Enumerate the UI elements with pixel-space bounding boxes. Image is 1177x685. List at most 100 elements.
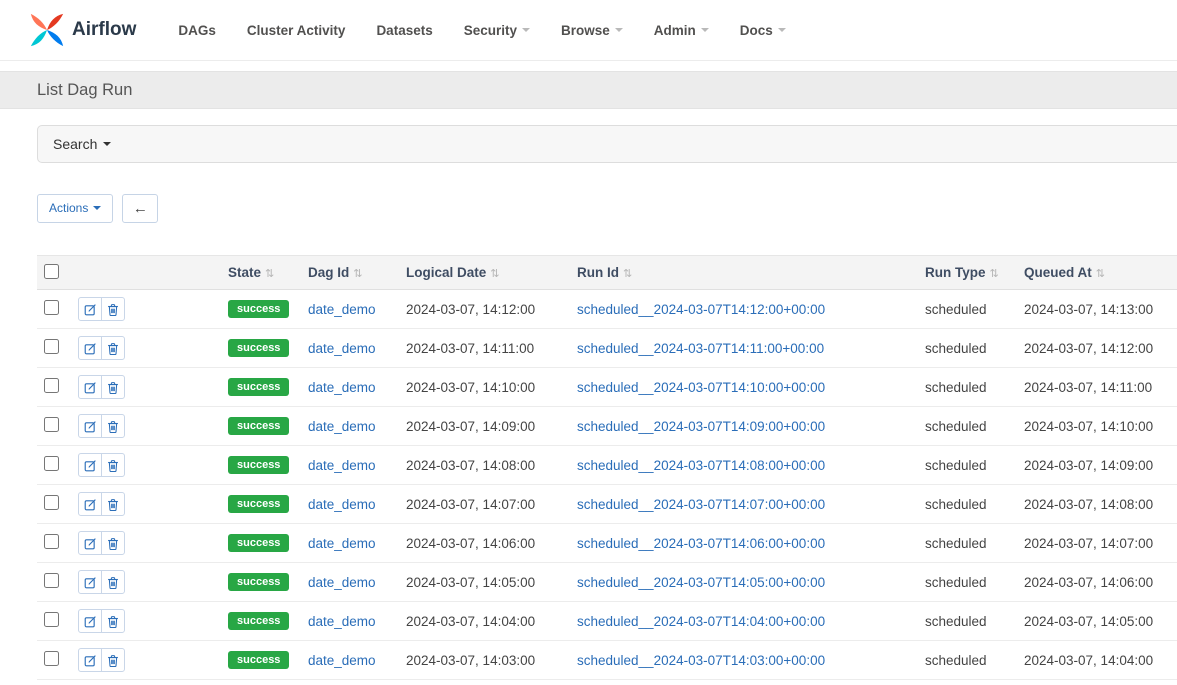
- sort-icon: ⇅: [490, 268, 499, 280]
- trash-icon: [107, 537, 119, 550]
- edit-row-button[interactable]: [78, 414, 102, 438]
- column-header-dag-id[interactable]: Dag Id⇅: [308, 256, 406, 290]
- delete-row-button[interactable]: [101, 336, 125, 360]
- run-id-link[interactable]: scheduled__2024-03-07T14:08:00+00:00: [577, 458, 825, 473]
- trash-icon: [107, 615, 119, 628]
- page-header: List Dag Run: [0, 71, 1177, 109]
- row-checkbox[interactable]: [44, 378, 59, 393]
- search-label: Search: [53, 136, 97, 152]
- row-checkbox[interactable]: [44, 573, 59, 588]
- edit-row-button[interactable]: [78, 648, 102, 672]
- run-id-link[interactable]: scheduled__2024-03-07T14:07:00+00:00: [577, 497, 825, 512]
- column-header-run-type[interactable]: Run Type⇅: [925, 256, 1024, 290]
- edit-row-button[interactable]: [78, 570, 102, 594]
- row-checkbox[interactable]: [44, 495, 59, 510]
- state-badge: success: [228, 417, 289, 435]
- edit-row-button[interactable]: [78, 453, 102, 477]
- dag-id-link[interactable]: date_demo: [308, 497, 376, 512]
- table-row: success date_demo 2024-03-07, 14:03:00 s…: [37, 641, 1177, 680]
- run-id-link[interactable]: scheduled__2024-03-07T14:10:00+00:00: [577, 380, 825, 395]
- delete-row-button[interactable]: [101, 375, 125, 399]
- run-id-link[interactable]: scheduled__2024-03-07T14:03:00+00:00: [577, 653, 825, 668]
- table-row: success date_demo 2024-03-07, 14:11:00 s…: [37, 329, 1177, 368]
- column-header-logical-date[interactable]: Logical Date⇅: [406, 256, 577, 290]
- edit-icon: [84, 303, 97, 316]
- nav-item-security[interactable]: Security: [464, 23, 530, 38]
- trash-icon: [107, 420, 119, 433]
- edit-row-button[interactable]: [78, 492, 102, 516]
- run-type-cell: scheduled: [925, 368, 1024, 407]
- state-badge: success: [228, 612, 289, 630]
- edit-icon: [84, 576, 97, 589]
- run-id-link[interactable]: scheduled__2024-03-07T14:04:00+00:00: [577, 614, 825, 629]
- edit-icon: [84, 498, 97, 511]
- run-type-cell: scheduled: [925, 563, 1024, 602]
- state-badge: success: [228, 534, 289, 552]
- dag-id-link[interactable]: date_demo: [308, 653, 376, 668]
- dag-run-table: State⇅ Dag Id⇅ Logical Date⇅ Run Id⇅ Run…: [37, 255, 1177, 680]
- delete-row-button[interactable]: [101, 609, 125, 633]
- nav-item-datasets[interactable]: Datasets: [376, 23, 432, 38]
- edit-row-button[interactable]: [78, 297, 102, 321]
- delete-row-button[interactable]: [101, 492, 125, 516]
- select-all-checkbox[interactable]: [44, 264, 59, 279]
- row-checkbox[interactable]: [44, 456, 59, 471]
- nav-item-dags[interactable]: DAGs: [178, 23, 216, 38]
- column-header-state[interactable]: State⇅: [228, 256, 308, 290]
- delete-row-button[interactable]: [101, 297, 125, 321]
- brand-label: Airflow: [72, 19, 136, 41]
- row-checkbox[interactable]: [44, 612, 59, 627]
- dag-id-link[interactable]: date_demo: [308, 575, 376, 590]
- edit-row-button[interactable]: [78, 375, 102, 399]
- actions-button[interactable]: Actions: [37, 194, 113, 223]
- run-type-cell: scheduled: [925, 602, 1024, 641]
- select-all-cell: [37, 256, 73, 290]
- state-badge: success: [228, 339, 289, 357]
- nav-item-admin[interactable]: Admin: [654, 23, 709, 38]
- edit-row-button[interactable]: [78, 609, 102, 633]
- row-checkbox[interactable]: [44, 339, 59, 354]
- row-checkbox[interactable]: [44, 300, 59, 315]
- edit-row-button[interactable]: [78, 531, 102, 555]
- delete-row-button[interactable]: [101, 453, 125, 477]
- nav-item-cluster-activity[interactable]: Cluster Activity: [247, 23, 346, 38]
- nav-item-browse[interactable]: Browse: [561, 23, 623, 38]
- dag-id-link[interactable]: date_demo: [308, 536, 376, 551]
- edit-icon: [84, 459, 97, 472]
- queued-at-cell: 2024-03-07, 14:06:00: [1024, 563, 1177, 602]
- airflow-brand[interactable]: Airflow: [28, 11, 136, 49]
- run-id-link[interactable]: scheduled__2024-03-07T14:11:00+00:00: [577, 341, 824, 356]
- logical-date-cell: 2024-03-07, 14:12:00: [406, 290, 577, 329]
- delete-row-button[interactable]: [101, 570, 125, 594]
- run-id-link[interactable]: scheduled__2024-03-07T14:12:00+00:00: [577, 302, 825, 317]
- row-checkbox[interactable]: [44, 651, 59, 666]
- delete-row-button[interactable]: [101, 414, 125, 438]
- dag-id-link[interactable]: date_demo: [308, 419, 376, 434]
- edit-icon: [84, 537, 97, 550]
- caret-down-icon: [615, 28, 623, 32]
- dag-id-link[interactable]: date_demo: [308, 380, 376, 395]
- edit-row-button[interactable]: [78, 336, 102, 360]
- back-button[interactable]: ←: [122, 194, 158, 223]
- logical-date-cell: 2024-03-07, 14:04:00: [406, 602, 577, 641]
- column-header-run-id[interactable]: Run Id⇅: [577, 256, 925, 290]
- delete-row-button[interactable]: [101, 531, 125, 555]
- edit-icon: [84, 381, 97, 394]
- nav-item-docs[interactable]: Docs: [740, 23, 786, 38]
- run-type-cell: scheduled: [925, 329, 1024, 368]
- dag-id-link[interactable]: date_demo: [308, 458, 376, 473]
- queued-at-cell: 2024-03-07, 14:11:00: [1024, 368, 1177, 407]
- column-header-queued-at[interactable]: Queued At⇅: [1024, 256, 1177, 290]
- dag-id-link[interactable]: date_demo: [308, 614, 376, 629]
- row-checkbox[interactable]: [44, 534, 59, 549]
- dag-id-link[interactable]: date_demo: [308, 341, 376, 356]
- search-toggle[interactable]: Search: [37, 125, 1177, 163]
- run-id-link[interactable]: scheduled__2024-03-07T14:05:00+00:00: [577, 575, 825, 590]
- run-type-cell: scheduled: [925, 446, 1024, 485]
- run-id-link[interactable]: scheduled__2024-03-07T14:06:00+00:00: [577, 536, 825, 551]
- run-id-link[interactable]: scheduled__2024-03-07T14:09:00+00:00: [577, 419, 825, 434]
- edit-icon: [84, 342, 97, 355]
- row-checkbox[interactable]: [44, 417, 59, 432]
- delete-row-button[interactable]: [101, 648, 125, 672]
- dag-id-link[interactable]: date_demo: [308, 302, 376, 317]
